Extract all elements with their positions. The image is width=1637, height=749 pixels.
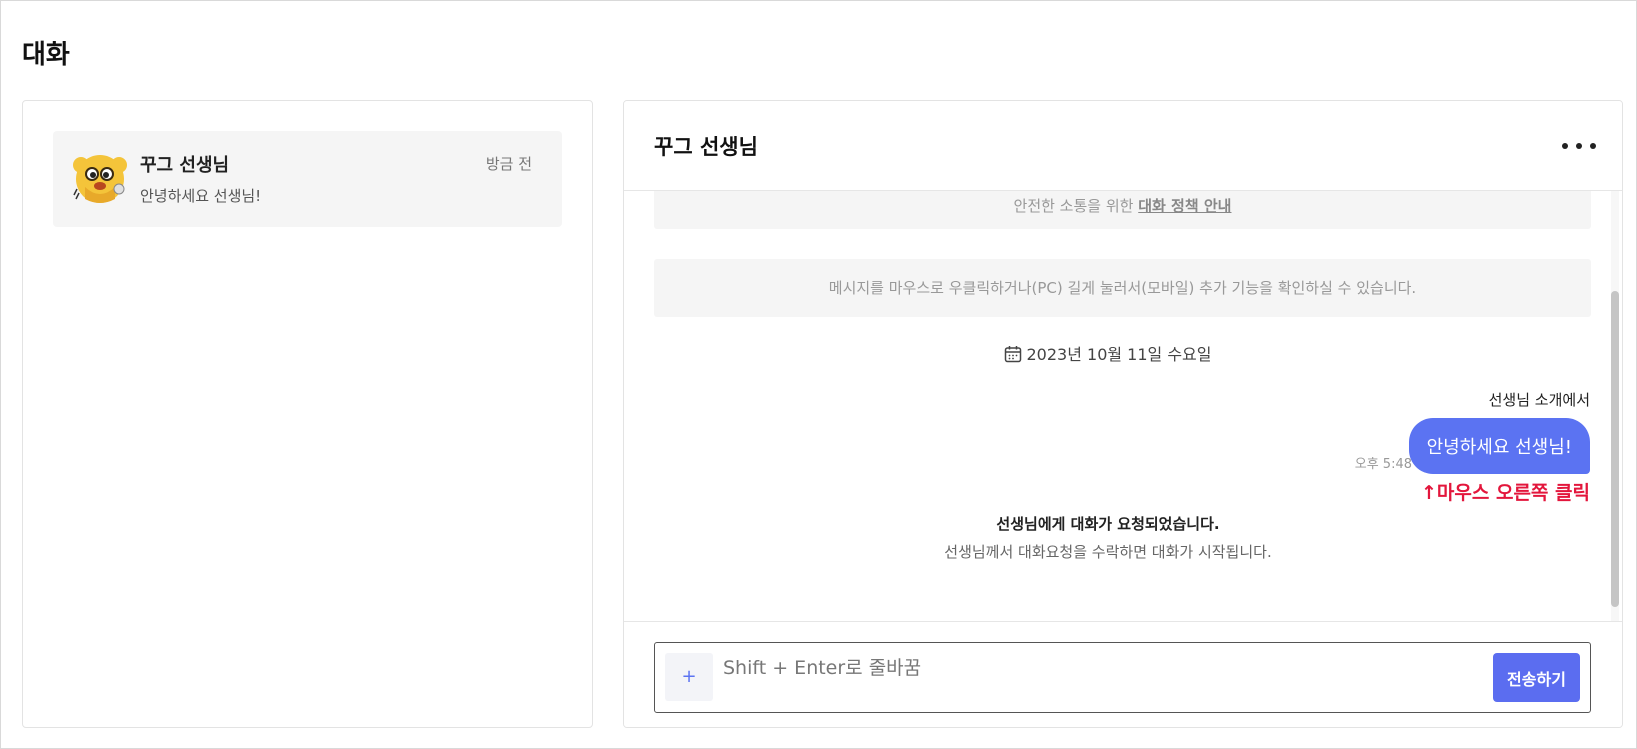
calendar-icon: [1005, 346, 1022, 363]
conversation-name: 꾸그 선생님: [140, 155, 230, 176]
more-horizontal-icon: [1576, 143, 1582, 149]
more-horizontal-icon: [1562, 143, 1568, 149]
chat-title: 꾸그 선생님: [654, 135, 758, 159]
scrollbar[interactable]: [1611, 191, 1619, 621]
policy-link[interactable]: 대화 정책 안내: [1138, 197, 1231, 215]
chat-header: 꾸그 선생님: [624, 101, 1622, 191]
policy-notice: 안전한 소통을 위한 대화 정책 안내: [654, 191, 1591, 229]
message-input[interactable]: [723, 653, 1443, 683]
composer-box: + 전송하기: [654, 642, 1591, 713]
attach-button[interactable]: +: [665, 653, 713, 701]
date-divider: 2023년 10월 11일 수요일: [624, 341, 1592, 365]
request-title: 선생님에게 대화가 요청되었습니다.: [996, 515, 1220, 533]
tip-notice: 메시지를 마우스로 우클릭하거나(PC) 길게 눌러서(모바일) 추가 기능을 …: [654, 259, 1591, 317]
more-horizontal-icon: [1590, 143, 1596, 149]
annotation-label: ↑마우스 오른쪽 클릭: [1421, 482, 1590, 504]
more-options-button[interactable]: [1562, 131, 1596, 161]
scrollbar-thumb[interactable]: [1611, 291, 1619, 607]
chat-panel: 꾸그 선생님 안전한 소통을 위한 대화 정책 안내 메시지를 마우스로 우클릭…: [623, 100, 1623, 728]
message-source: 선생님 소개에서: [1488, 391, 1590, 409]
conversation-list: 꾸그 선생님 방금 전 안녕하세요 선생님!: [22, 100, 593, 728]
composer: + 전송하기: [624, 621, 1622, 727]
policy-notice-text: 안전한 소통을 위한: [1013, 197, 1139, 215]
request-subtitle: 선생님께서 대화요청을 수락하면 대화가 시작됩니다.: [944, 543, 1272, 561]
avatar: [71, 149, 129, 207]
date-text: 2023년 10월 11일 수요일: [1026, 345, 1212, 364]
page-title: 대화: [22, 40, 70, 70]
conversation-preview: 안녕하세요 선생님!: [140, 187, 262, 205]
conversation-time: 방금 전: [485, 155, 532, 173]
conversation-item[interactable]: 꾸그 선생님 방금 전 안녕하세요 선생님!: [53, 131, 562, 227]
message-area: 안전한 소통을 위한 대화 정책 안내 메시지를 마우스로 우클릭하거나(PC)…: [624, 191, 1622, 621]
message-bubble[interactable]: 안녕하세요 선생님!: [1408, 418, 1590, 474]
cartoon-character-avatar-icon: [73, 155, 127, 203]
message-time: 오후 5:48: [1354, 457, 1412, 472]
send-button[interactable]: 전송하기: [1493, 653, 1580, 702]
